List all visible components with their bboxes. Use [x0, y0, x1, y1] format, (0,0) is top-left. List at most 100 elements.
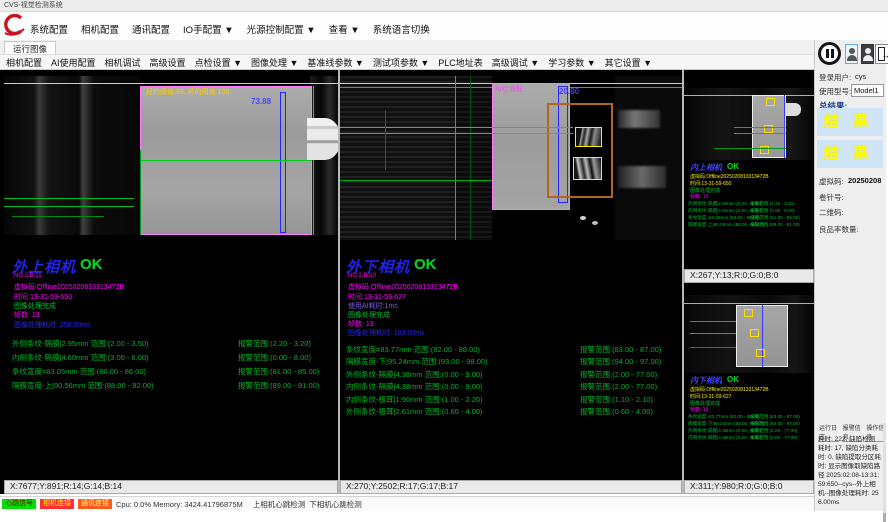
green-measure-line: [340, 180, 492, 181]
toolbar-item[interactable]: 点检设置 ▼: [195, 56, 242, 69]
frame-count-line: 帧数: 13: [14, 310, 40, 320]
green-edge-line: [385, 110, 386, 170]
yellow-reference-line: [684, 303, 814, 304]
measurement-row: 内侧条纹-隔膜|4.60mm 范围:(3.00 - 6.00) 报警范围:(0.…: [12, 352, 336, 366]
measurement-value: 条纹宽度=83.77mm 范围:(82.00 - 88.00): [346, 344, 580, 355]
measurement-alarm-range: 报警范围:(0.00 - 8.00): [750, 208, 795, 214]
toolbar-item[interactable]: 其它设置 ▼: [605, 56, 652, 69]
menu-item[interactable]: 查看 ▼: [329, 22, 360, 36]
defect-yellow-box: [744, 309, 753, 317]
measurement-row: 内侧条纹-隔膜|4.38mm 范围:(0.00 - 9.00) 报警范围:(2.…: [346, 381, 680, 393]
process-time-line: 图像处理耗时: 183.00ms: [348, 328, 425, 338]
toolbar-item[interactable]: 学习参数 ▼: [548, 56, 595, 69]
exit-button[interactable]: →: [875, 44, 888, 64]
measurement-value: 内侧条纹-极耳|1.90mm 范围:(1.00 - 2.20): [346, 394, 580, 405]
green-measure-line: [4, 206, 134, 207]
application-window: CVS-视觉检测系统 系统配置相机配置通讯配置IO手配置 ▼光源控制配置 ▼查看…: [0, 0, 888, 522]
menu-item[interactable]: 系统配置: [30, 22, 68, 36]
camera-title: 内下相机: [690, 375, 722, 386]
measurement-row: 内侧条纹-隔膜|4.38mm (0.00 - 9.00) 报警范围:(2.00 …: [688, 435, 812, 442]
measurement-value: 内侧条纹-隔膜|4.60mm 范围:(3.00 - 6.00): [12, 352, 238, 363]
frame-count-line: 帧数: 13: [690, 193, 708, 200]
measurement-value: 外侧条纹-极耳|2.61mm 范围:(0.60 - 4.00): [346, 406, 580, 417]
upper-camera-heartbeat-check[interactable]: 上相机心跳检测: [253, 499, 306, 510]
green-measure-line: [690, 321, 736, 322]
time-line: 时间:13-31-59-650: [690, 180, 731, 187]
toolbar-item[interactable]: 高级设置: [150, 56, 186, 69]
camera-image-outer-upper[interactable]: 好的阈值:93, 坏的阈值:100 73.88: [4, 70, 338, 235]
pause-button[interactable]: [818, 42, 841, 65]
measurement-alarm-range: 报警范围:(2.20 - 3.20): [238, 338, 311, 349]
measurement-value: 条纹宽度=83.05mm (80.00 - 86.00): [688, 215, 750, 221]
yellow-reference-line: [4, 83, 338, 84]
toolbar-item[interactable]: 测试项参数 ▼: [373, 56, 429, 69]
log-output[interactable]: 耗时: 222, 缺陷检测耗时: 17, 缺陷分类耗时: 0, 缺陷提取分区耗时…: [818, 435, 881, 522]
measurement-row: 隔膜宽度-上|90.56mm 范围:(88.00 - 92.00) 报警范围:(…: [12, 380, 336, 394]
measurement-row: 外侧条纹-隔膜|2.95mm 范围:(2.00 - 3.50) 报警范围:(2.…: [12, 338, 336, 352]
measurement-list: 条纹宽度=83.77mm (82.00 - 88.00) 报警范围:(83.00…: [688, 414, 812, 442]
machinery-highlight: [618, 110, 660, 128]
toolbar-item[interactable]: 图像处理 ▼: [251, 56, 298, 69]
camera-image-outer-lower[interactable]: AI检测框 20.80: [340, 70, 682, 240]
green-edge-line: [470, 76, 471, 240]
virtual-code-line: 虚拟码:Offline2025020813313472B: [690, 173, 769, 180]
measurement-alarm-range: 报警范围:(0.60 - 4.00): [580, 406, 653, 417]
measurement-value: 外侧条纹-隔膜|2.95mm (2.00 - 3.50): [688, 201, 750, 207]
machinery-dot: [592, 221, 598, 225]
menu-item[interactable]: 光源控制配置 ▼: [247, 22, 316, 36]
measure-blue-line: [762, 305, 763, 367]
scrollbar-thumb[interactable]: [883, 513, 886, 522]
measurement-list: 外侧条纹-隔膜|2.95mm (2.00 - 3.50) 报警范围:(2.20 …: [688, 201, 812, 229]
virtual-code-line: 虚拟码:Offline2025020813313472B: [14, 282, 124, 292]
toolbar-item[interactable]: PLC地址表: [438, 56, 483, 69]
measure-blue-box: [280, 92, 286, 233]
camera-image-inner-upper[interactable]: [684, 70, 814, 160]
machinery-texture: [455, 76, 492, 240]
measurement-value: 隔膜宽度-上|90.56mm 范围:(88.00 - 92.00): [12, 380, 238, 391]
measurement-row: 条纹宽度=83.05mm (80.00 - 86.00) 报警范围:(81.00…: [688, 215, 812, 222]
measurement-alarm-range: 报警范围:(1.10 - 2.10): [580, 394, 653, 405]
green-edge-line: [313, 86, 314, 235]
login-user-button[interactable]: [845, 44, 858, 64]
log-scrollbar[interactable]: [883, 423, 886, 522]
toolbar-item[interactable]: 高级调试 ▼: [492, 56, 539, 69]
lower-camera-heartbeat-check[interactable]: 下相机心跳检测: [309, 499, 362, 510]
defect-yellow-box: [573, 157, 602, 180]
toolbar-item[interactable]: AI使用配置: [51, 56, 96, 69]
toolbar-item[interactable]: 相机配置: [6, 56, 42, 69]
menu-item[interactable]: IO手配置 ▼: [183, 22, 234, 36]
measurement-row: 外侧条纹-隔膜|4.38mm 范围:(0.00 - 9.00) 报警范围:(2.…: [346, 369, 680, 381]
ng-count-line: NG:2,B:11: [14, 273, 42, 279]
measurement-row: 隔膜宽度-下|95.24mm (93.00 - 98.00) 报警范围:(94.…: [688, 421, 812, 428]
green-measure-line: [690, 347, 736, 348]
green-measure-line: [140, 160, 312, 161]
virtual-code-label: 虚拟码:: [819, 176, 844, 187]
heartbeat-status-badge: 心跳信号: [2, 499, 36, 509]
pixel-coords-bar: X:267;Y:13;R:0;G:0;B:0: [684, 269, 814, 283]
measurement-alarm-range: 报警范围:(94.00 - 97.00): [750, 421, 800, 427]
measurement-value: 内侧条纹-隔膜|4.60mm (3.00 - 6.00): [688, 208, 750, 214]
distance-label: 73.88: [251, 97, 271, 106]
model-select[interactable]: Model1: [851, 84, 884, 97]
threshold-overlay-text: 好的阈值:93, 坏的阈值:100: [146, 87, 229, 97]
measurement-value: 隔膜宽度-下|95.24mm 范围:(93.00 - 98.00): [346, 356, 580, 367]
distance-label: 20.80: [559, 87, 579, 96]
menu-item[interactable]: 通讯配置: [132, 22, 170, 36]
tab-foil-object: [307, 118, 338, 160]
virtual-code-line: 虚拟码:Offline2025020813313472B: [690, 386, 769, 393]
menu-item[interactable]: 相机配置: [81, 22, 119, 36]
menu-item[interactable]: 系统语言切换: [373, 22, 430, 36]
window-title: CVS-视觉检测系统: [4, 2, 63, 9]
operator-button[interactable]: [861, 44, 874, 64]
model-label: 使用型号:: [819, 86, 851, 97]
toolbar-item[interactable]: 相机调试: [105, 56, 141, 69]
defect-yellow-box: [756, 349, 765, 357]
measurement-alarm-range: 报警范围:(2.20 - 3.20): [750, 201, 795, 207]
defect-yellow-box: [575, 127, 602, 147]
yield-count-label: 良品率数量:: [819, 224, 859, 235]
toolbar-item[interactable]: 基准线参数 ▼: [307, 56, 363, 69]
machinery-texture: [4, 76, 140, 235]
camera-image-inner-lower[interactable]: [684, 291, 814, 373]
roi-orange-box: [547, 103, 613, 198]
virtual-code-value: 20250208: [848, 176, 881, 185]
